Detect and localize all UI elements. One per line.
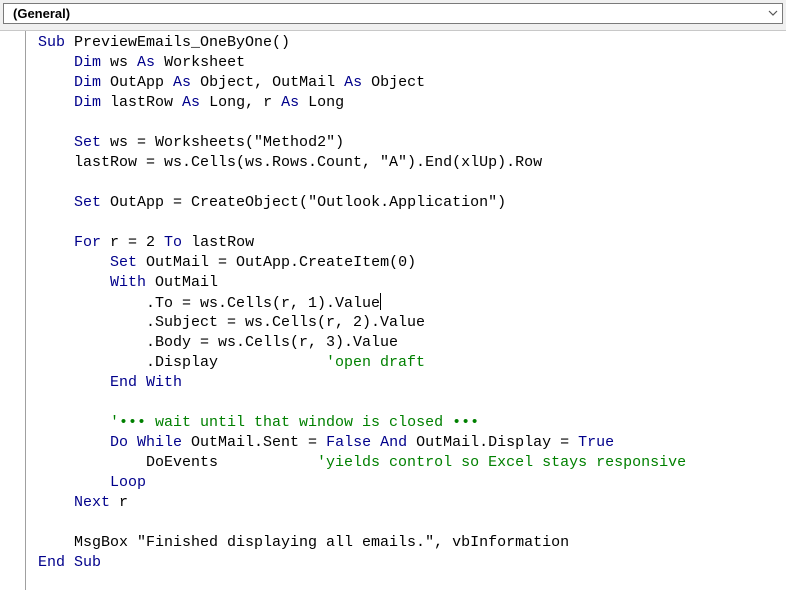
code-line[interactable] [38, 173, 686, 193]
code-line[interactable] [38, 213, 686, 233]
code-text: r [119, 494, 128, 511]
code-line[interactable]: Set OutMail = OutApp.CreateItem(0) [38, 253, 686, 273]
code-text: Long [308, 94, 344, 111]
code-keyword: As [173, 74, 200, 91]
code-line[interactable]: lastRow = ws.Cells(ws.Rows.Count, "A").E… [38, 153, 686, 173]
code-keyword: For [74, 234, 110, 251]
code-text: Object, OutMail [200, 74, 344, 91]
code-comment: 'open draft [326, 354, 425, 371]
code-line[interactable]: Dim lastRow As Long, r As Long [38, 93, 686, 113]
code-keyword: Set [74, 134, 110, 151]
code-line[interactable]: Set OutApp = CreateObject("Outlook.Appli… [38, 193, 686, 213]
code-line[interactable]: Do While OutMail.Sent = False And OutMai… [38, 433, 686, 453]
code-keyword: False And [326, 434, 416, 451]
code-keyword: As [281, 94, 308, 111]
code-text [38, 414, 110, 431]
code-line[interactable]: .Display 'open draft [38, 353, 686, 373]
code-text: OutMail.Display = [416, 434, 578, 451]
code-text [38, 254, 110, 271]
code-text [38, 434, 110, 451]
code-text [38, 374, 110, 391]
code-text: Long, r [209, 94, 281, 111]
code-line[interactable] [38, 113, 686, 133]
code-text [38, 494, 74, 511]
code-keyword: Next [74, 494, 119, 511]
code-line[interactable]: MsgBox "Finished displaying all emails."… [38, 533, 686, 553]
margin-indicator-bar[interactable] [0, 31, 26, 590]
code-line[interactable]: .To = ws.Cells(r, 1).Value [38, 293, 686, 313]
code-line[interactable]: Next r [38, 493, 686, 513]
code-text: Object [371, 74, 425, 91]
code-text: PreviewEmails_OneByOne() [74, 34, 290, 51]
code-text [38, 194, 74, 211]
code-line[interactable]: Dim OutApp As Object, OutMail As Object [38, 73, 686, 93]
code-keyword: As [344, 74, 371, 91]
code-line[interactable]: Sub PreviewEmails_OneByOne() [38, 33, 686, 53]
code-text: .Body = ws.Cells(r, 3).Value [38, 334, 398, 351]
code-text: OutMail.Sent = [191, 434, 326, 451]
text-caret [380, 293, 381, 310]
code-keyword: Loop [110, 474, 146, 491]
chevron-down-icon[interactable] [768, 7, 778, 19]
code-line[interactable]: .Subject = ws.Cells(r, 2).Value [38, 313, 686, 333]
code-text [38, 134, 74, 151]
code-text: OutMail [155, 274, 218, 291]
code-keyword: Sub [38, 34, 74, 51]
code-line[interactable]: '••• wait until that window is closed ••… [38, 413, 686, 433]
code-text: OutApp [110, 74, 173, 91]
code-text [38, 74, 74, 91]
code-line[interactable]: End Sub [38, 553, 686, 573]
code-line[interactable]: For r = 2 To lastRow [38, 233, 686, 253]
code-line[interactable]: .Body = ws.Cells(r, 3).Value [38, 333, 686, 353]
code-keyword: End Sub [38, 554, 101, 571]
code-text [38, 234, 74, 251]
code-comment: '••• wait until that window is closed ••… [110, 414, 479, 431]
code-line[interactable]: Loop [38, 473, 686, 493]
code-text: lastRow [191, 234, 254, 251]
code-text: r = 2 [110, 234, 164, 251]
code-text [38, 274, 110, 291]
code-text: OutMail = OutApp.CreateItem(0) [146, 254, 416, 271]
code-text [38, 54, 74, 71]
code-text: .To = ws.Cells(r, 1).Value [38, 295, 380, 312]
code-line[interactable]: End With [38, 373, 686, 393]
code-text [38, 94, 74, 111]
code-line[interactable]: With OutMail [38, 273, 686, 293]
code-keyword: Do While [110, 434, 191, 451]
code-keyword: Dim [74, 54, 110, 71]
code-keyword: End With [110, 374, 182, 391]
code-line[interactable]: Set ws = Worksheets("Method2") [38, 133, 686, 153]
procedure-dropdown-value: (General) [13, 6, 70, 21]
code-comment: 'yields control so Excel stays responsiv… [317, 454, 686, 471]
code-keyword: Dim [74, 94, 110, 111]
code-text: MsgBox "Finished displaying all emails."… [38, 534, 569, 551]
code-window-header: (General) [0, 0, 786, 31]
code-keyword: As [137, 54, 164, 71]
code-editor[interactable]: Sub PreviewEmails_OneByOne() Dim ws As W… [38, 33, 686, 573]
code-text: ws [110, 54, 137, 71]
code-text: lastRow [110, 94, 182, 111]
code-text: lastRow = ws.Cells(ws.Rows.Count, "A").E… [38, 154, 542, 171]
code-line[interactable]: Dim ws As Worksheet [38, 53, 686, 73]
code-text: .Display [38, 354, 326, 371]
code-line[interactable] [38, 393, 686, 413]
code-text [38, 474, 110, 491]
code-keyword: True [578, 434, 614, 451]
code-keyword: To [164, 234, 191, 251]
code-text: .Subject = ws.Cells(r, 2).Value [38, 314, 425, 331]
procedure-dropdown[interactable]: (General) [3, 3, 783, 24]
code-keyword: Set [74, 194, 110, 211]
code-text: OutApp = CreateObject("Outlook.Applicati… [110, 194, 506, 211]
code-line[interactable] [38, 513, 686, 533]
code-keyword: With [110, 274, 155, 291]
code-text: Worksheet [164, 54, 245, 71]
code-keyword: Set [110, 254, 146, 271]
code-text: DoEvents [38, 454, 317, 471]
code-line[interactable]: DoEvents 'yields control so Excel stays … [38, 453, 686, 473]
code-text: ws = Worksheets("Method2") [110, 134, 344, 151]
code-keyword: Dim [74, 74, 110, 91]
code-keyword: As [182, 94, 209, 111]
